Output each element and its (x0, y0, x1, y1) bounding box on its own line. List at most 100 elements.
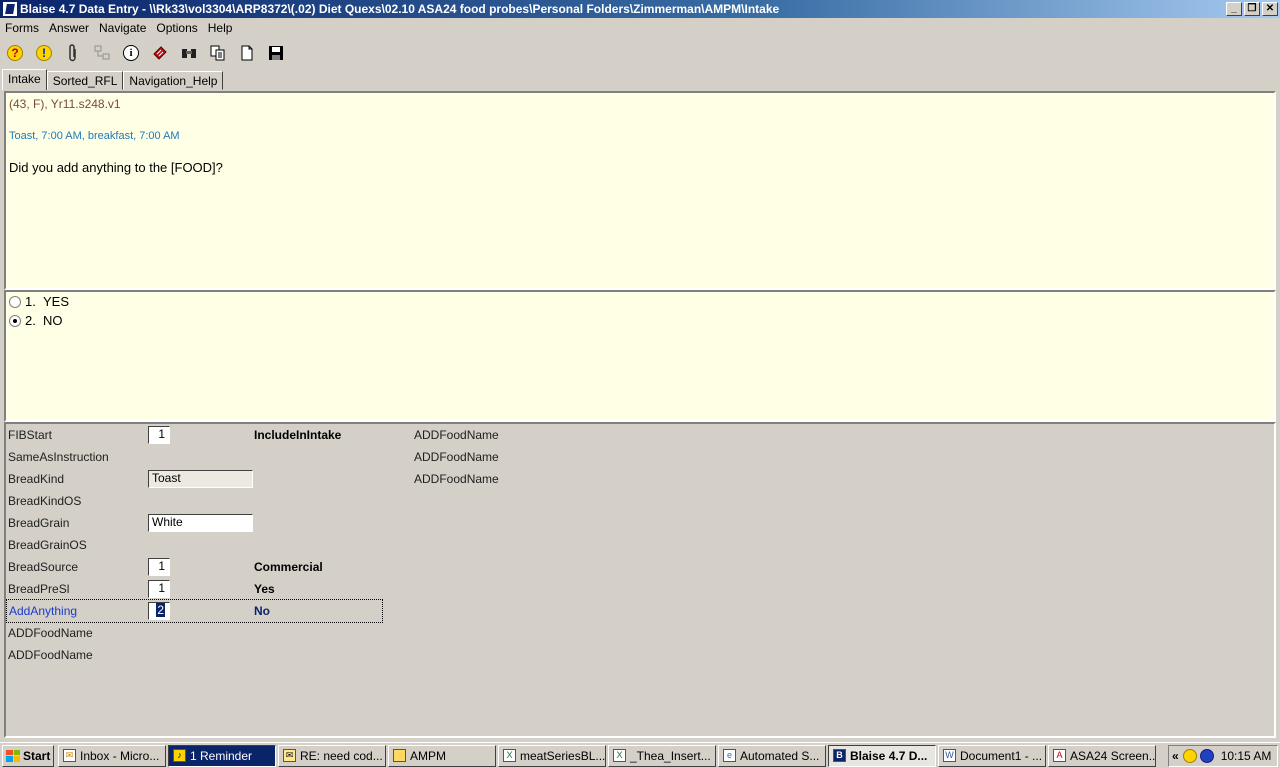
field-description: Commercial (254, 560, 323, 574)
tab-sorted-rfl[interactable]: Sorted_RFL (46, 71, 124, 90)
restore-button[interactable]: ❐ (1244, 2, 1260, 16)
tray-network-icon[interactable] (1199, 749, 1214, 763)
field-value[interactable]: 1 (148, 558, 170, 576)
field-label[interactable]: AddAnything (9, 604, 77, 618)
menu-navigate[interactable]: Navigate (94, 21, 151, 35)
help-icon[interactable]: ? (4, 42, 26, 64)
answer-code: 1. (25, 294, 36, 309)
answer-pane: 1. YES 2. NO (4, 290, 1276, 422)
task-list: ✉ Inbox - Micro... ♪ 1 Reminder ✉ RE: need … (58, 744, 1158, 767)
field-label[interactable]: BreadGrain (8, 516, 69, 530)
folder-icon (393, 749, 406, 762)
answer-label: NO (43, 313, 63, 328)
blaise-app-icon[interactable] (2, 1, 18, 17)
answer-option-no[interactable]: 2. NO (9, 313, 63, 328)
task-label: 1 Reminder (190, 748, 253, 763)
title-bar: Blaise 4.7 Data Entry - \\Rk33\vol3304\A… (0, 0, 1280, 18)
menu-forms[interactable]: Forms (0, 21, 44, 35)
task-document1[interactable]: W Document1 - ... (938, 744, 1046, 767)
field-label[interactable]: BreadGrainOS (8, 538, 87, 552)
field-label[interactable]: ADDFoodName (8, 648, 93, 662)
field-row-breadpresl: BreadPreSl 1 Yes (6, 578, 1274, 600)
field-label[interactable]: BreadKindOS (8, 494, 81, 508)
system-tray: « 10:15 AM (1168, 745, 1278, 767)
radio-button[interactable] (9, 295, 21, 308)
task-label: AMPM (410, 748, 446, 763)
tab-intake[interactable]: Intake (2, 69, 47, 90)
task-label: meatSeriesBL... (520, 748, 606, 763)
field-label[interactable]: SameAsInstruction (8, 450, 109, 464)
task-asa24-screen[interactable]: A ASA24 Screen... (1048, 744, 1156, 767)
field-row-sameasinstruction: SameAsInstruction ADDFoodName (6, 446, 1274, 468)
menu-help[interactable]: Help (203, 21, 238, 35)
menu-answer[interactable]: Answer (44, 21, 94, 35)
task-label: Inbox - Micro... (80, 748, 160, 763)
task-email[interactable]: ✉ RE: need cod... (278, 744, 386, 767)
field-label[interactable]: FIBStart (8, 428, 52, 442)
question-pane: (43, F), Yr11.s248.v1 Toast, 7:00 AM, br… (4, 91, 1276, 290)
excel-icon: X (613, 749, 626, 762)
start-button[interactable]: Start (2, 744, 54, 767)
copy-icon[interactable] (207, 42, 229, 64)
pdf-icon: A (1053, 749, 1066, 762)
field-row-breadgrainos: BreadGrainOS (6, 534, 1274, 556)
field-description: Yes (254, 582, 275, 596)
outlook-icon: ✉ (63, 749, 76, 762)
field-extra[interactable]: ADDFoodName (414, 472, 499, 486)
envelope-icon: ✉ (283, 749, 296, 762)
question-context: Toast, 7:00 AM, breakfast, 7:00 AM (9, 130, 180, 142)
task-label: Automated S... (740, 748, 820, 763)
information-icon[interactable]: i (120, 42, 142, 64)
tray-expand-chevron-icon[interactable]: « (1172, 749, 1179, 763)
ie-icon: e (723, 749, 736, 762)
tab-navigation-help[interactable]: Navigation_Help (123, 71, 224, 90)
binoculars-icon[interactable] (178, 42, 200, 64)
task-label: RE: need cod... (300, 748, 383, 763)
task-label: Document1 - ... (960, 748, 1043, 763)
answer-option-yes[interactable]: 1. YES (9, 294, 69, 309)
task-meatseries[interactable]: XmeatSeriesBL... (498, 744, 606, 767)
word-icon: W (943, 749, 956, 762)
network-icon[interactable] (91, 42, 113, 64)
new-form-icon[interactable] (236, 42, 258, 64)
field-row-addfoodname: ADDFoodName (6, 644, 1274, 666)
field-label[interactable]: ADDFoodName (8, 626, 93, 640)
task-label: ASA24 Screen... (1070, 748, 1156, 763)
start-label: Start (23, 748, 51, 763)
task-blaise[interactable]: B Blaise 4.7 D... (828, 744, 936, 767)
field-row-addfoodname: ADDFoodName (6, 622, 1274, 644)
remark-icon[interactable] (149, 42, 171, 64)
info-alert-icon[interactable]: ! (33, 42, 55, 64)
selected-value: 2 (156, 603, 165, 617)
task-thea-insert[interactable]: X _Thea_Insert... (608, 744, 716, 767)
radio-button-selected[interactable] (9, 314, 21, 327)
task-automated[interactable]: e Automated S... (718, 744, 826, 767)
tray-outlook-icon[interactable] (1182, 749, 1197, 763)
task-reminder[interactable]: ♪ 1 Reminder (168, 744, 276, 767)
field-label[interactable]: BreadSource (8, 560, 78, 574)
field-label[interactable]: BreadPreSl (8, 582, 69, 596)
field-value-active[interactable]: 2 (148, 602, 170, 620)
field-extra[interactable]: ADDFoodName (414, 428, 499, 442)
window-title: Blaise 4.7 Data Entry - \\Rk33\vol3304\A… (20, 2, 780, 16)
minimize-button[interactable]: _ (1226, 2, 1242, 16)
task-label: Blaise 4.7 D... (850, 748, 928, 763)
field-value[interactable]: 1 (148, 426, 170, 444)
windows-logo-icon (6, 749, 20, 762)
excel-icon: X (503, 749, 516, 762)
field-value[interactable]: Toast (148, 470, 253, 488)
taskbar: Start ✉ Inbox - Micro... ♪ 1 Reminder ✉ RE:… (0, 742, 1280, 768)
question-text: Did you add anything to the [FOOD]? (9, 160, 223, 175)
field-extra[interactable]: ADDFoodName (414, 450, 499, 464)
paperclip-icon[interactable] (62, 42, 84, 64)
field-row-fibstart: FIBStart 1 IncludeInIntake ADDFoodName (6, 424, 1274, 446)
field-value[interactable]: White (148, 514, 253, 532)
save-icon[interactable] (265, 42, 287, 64)
field-label[interactable]: BreadKind (8, 472, 64, 486)
field-value[interactable]: 1 (148, 580, 170, 598)
toolbar: ? ! i (0, 40, 1280, 66)
task-ampm-folder[interactable]: AMPM (388, 744, 496, 767)
menu-options[interactable]: Options (151, 21, 202, 35)
task-inbox[interactable]: ✉ Inbox - Micro... (58, 744, 166, 767)
close-button[interactable]: ✕ (1262, 2, 1278, 16)
